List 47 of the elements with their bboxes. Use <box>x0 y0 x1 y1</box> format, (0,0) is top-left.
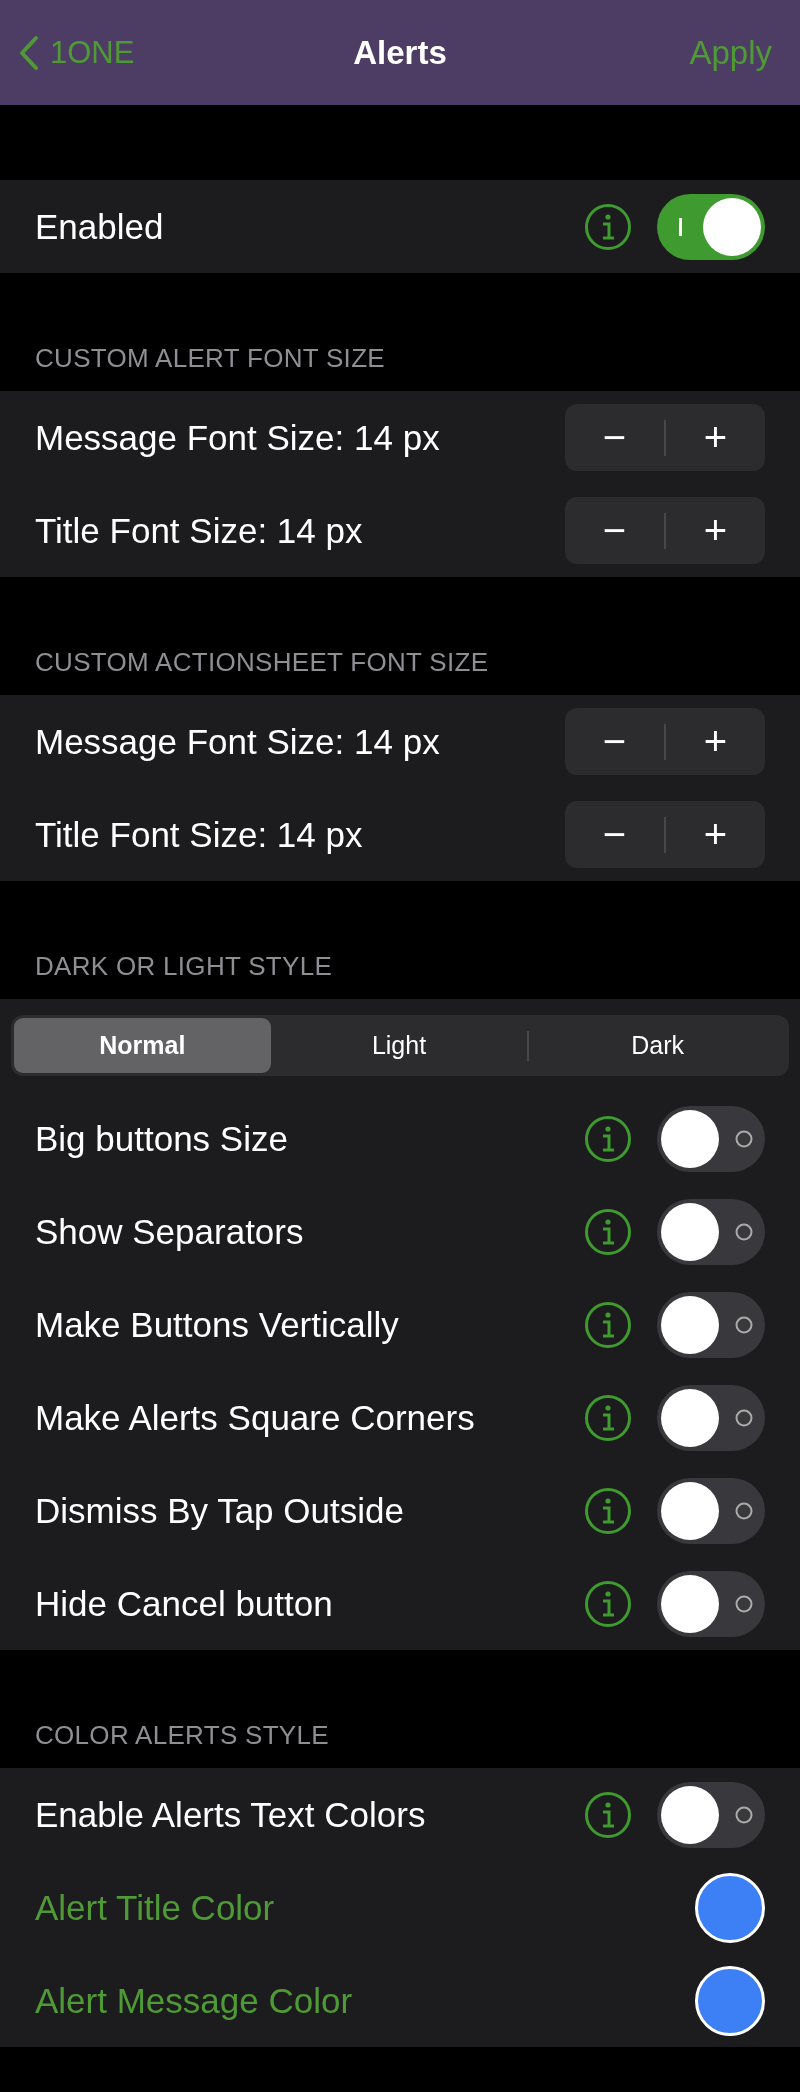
increment-button[interactable]: + <box>666 801 765 868</box>
increment-button[interactable]: + <box>666 497 765 564</box>
info-icon[interactable] <box>584 1790 632 1839</box>
off-circle-icon <box>735 1129 753 1148</box>
setting-label: Title Font Size: 14 px <box>35 510 363 551</box>
screen-title: Alerts <box>353 33 447 72</box>
info-icon[interactable] <box>584 1486 632 1535</box>
segment-tab[interactable]: Dark <box>529 1018 786 1073</box>
setting-label: Dismiss By Tap Outside <box>35 1490 404 1531</box>
section-header: DARK OR LIGHT STYLE <box>35 951 333 982</box>
decrement-button[interactable]: − <box>565 801 664 868</box>
setting-label: Message Font Size: 14 px <box>35 417 440 458</box>
info-icon[interactable] <box>584 1579 632 1628</box>
decrement-button[interactable]: − <box>565 404 664 471</box>
off-circle-icon <box>735 1315 753 1334</box>
off-circle-icon <box>735 1222 753 1241</box>
setting-label: Make Alerts Square Corners <box>35 1397 475 1438</box>
setting-label: Hide Cancel button <box>35 1583 333 1624</box>
chevron-left-icon <box>18 34 40 71</box>
off-circle-icon <box>735 1594 753 1613</box>
section-header: CUSTOM ACTIONSHEET FONT SIZE <box>35 647 489 678</box>
decrement-button[interactable]: − <box>565 497 664 564</box>
setting-label: Message Font Size: 14 px <box>35 721 440 762</box>
color-option-label[interactable]: Alert Message Color <box>35 1980 353 2021</box>
info-icon[interactable] <box>584 202 632 251</box>
setting-label: Make Buttons Vertically <box>35 1304 399 1345</box>
increment-button[interactable]: + <box>666 404 765 471</box>
info-icon[interactable] <box>584 1207 632 1256</box>
on-line-icon <box>679 217 683 236</box>
setting-label: Enable Alerts Text Colors <box>35 1794 426 1835</box>
setting-label: Show Separators <box>35 1211 304 1252</box>
off-circle-icon <box>735 1805 753 1824</box>
info-icon[interactable] <box>584 1300 632 1349</box>
setting-label: Enabled <box>35 206 164 247</box>
section-header: CUSTOM ALERT FONT SIZE <box>35 343 385 374</box>
segment-tab[interactable]: Light <box>270 1018 528 1073</box>
setting-label: Big buttons Size <box>35 1118 288 1159</box>
info-icon[interactable] <box>584 1393 632 1442</box>
section-header: COLOR ALERTS STYLE <box>35 1720 329 1751</box>
decrement-button[interactable]: − <box>565 708 664 775</box>
setting-label: Title Font Size: 14 px <box>35 814 363 855</box>
segment-tab[interactable]: Normal <box>14 1018 271 1073</box>
increment-button[interactable]: + <box>666 708 765 775</box>
off-circle-icon <box>735 1408 753 1427</box>
color-option-label[interactable]: Alert Title Color <box>35 1887 275 1928</box>
off-circle-icon <box>735 1501 753 1520</box>
info-icon[interactable] <box>584 1114 632 1163</box>
